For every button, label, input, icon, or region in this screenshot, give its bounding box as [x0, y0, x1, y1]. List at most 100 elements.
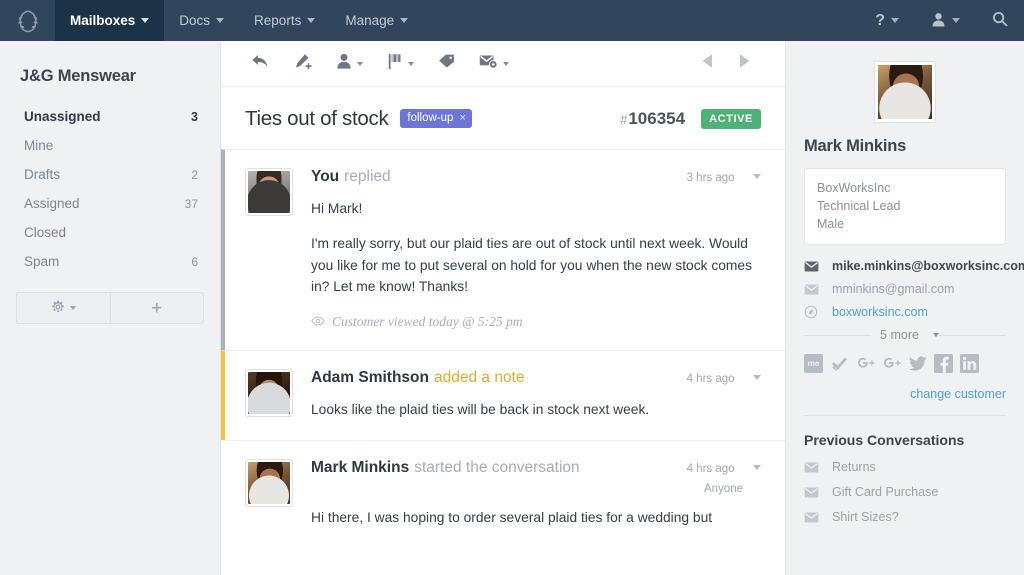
avatar [245, 368, 293, 417]
sidebar-item-closed[interactable]: Closed [0, 218, 220, 247]
customer-email-secondary-value: mminkins@gmail.com [832, 282, 955, 297]
previous-conversation-button[interactable] [689, 53, 726, 74]
facebook-icon[interactable] [934, 354, 953, 374]
sidebar-item-spam[interactable]: Spam 6 [0, 247, 220, 276]
add-note-button[interactable] [281, 47, 324, 81]
thread-item-reply[interactable]: You replied 3 hrs ago Hi Mark! I'm really… [221, 149, 785, 350]
status-badge[interactable]: ACTIVE [701, 109, 761, 129]
nav-item-docs-label: Docs [179, 13, 211, 28]
google-plus-2-icon[interactable] [882, 354, 901, 373]
thread-action: started the conversation [414, 458, 580, 476]
app-body: J&G Menswear Unassigned 3 Mine Drafts 2 … [0, 41, 1024, 575]
previous-conversation-icon [701, 53, 714, 74]
thread-action: replied [344, 168, 391, 185]
google-plus-icon[interactable] [856, 354, 875, 373]
avatar [245, 458, 293, 507]
previous-conversation-label: Shirt Sizes? [832, 510, 899, 525]
chevron-down-icon[interactable] [753, 374, 761, 380]
mailbox-settings-button[interactable] [17, 293, 110, 323]
avatar-image [248, 371, 290, 414]
tag-button[interactable] [426, 47, 467, 81]
avatar-image [248, 171, 290, 213]
sidebar-item-spam-label: Spam [24, 254, 60, 269]
top-navbar: Mailboxes Docs Reports Manage ? [0, 0, 1024, 41]
sidebar-item-assigned-label: Assigned [24, 196, 80, 211]
chevron-down-icon [216, 18, 225, 23]
thread-list: You replied 3 hrs ago Hi Mark! I'm really… [221, 149, 785, 575]
nav-item-manage-label: Manage [345, 13, 395, 28]
thread-body: Adam Smithson added a note 4 hrs ago Look… [311, 369, 761, 420]
nav-item-reports[interactable]: Reports [239, 0, 330, 41]
thread-item-note[interactable]: Adam Smithson added a note 4 hrs ago Look… [221, 349, 785, 440]
thread-timestamp: 4 hrs ago [686, 462, 735, 475]
sidebar-item-unassigned[interactable]: Unassigned 3 [0, 102, 220, 131]
move-mailbox-icon [479, 53, 498, 74]
chevron-down-icon [69, 306, 76, 310]
customer-website[interactable]: boxworksinc.com [804, 305, 1006, 319]
linkedin-icon[interactable] [960, 354, 979, 374]
divider-left [804, 334, 872, 336]
help-menu-button[interactable]: ? [859, 0, 915, 41]
chevron-down-icon [408, 61, 414, 66]
thread-author: Mark Minkins [311, 458, 410, 476]
checkmark-icon[interactable] [830, 354, 849, 373]
nav-item-docs[interactable]: Docs [164, 0, 239, 41]
twitter-icon[interactable] [908, 354, 927, 373]
sidebar-item-drafts-count: 2 [191, 167, 198, 182]
conversation-number-value: 106354 [628, 109, 686, 128]
customer-email-primary-value: mike.minkins@boxworksinc.com [832, 259, 1024, 274]
thread-paragraph: Hi there, I was hoping to order several … [311, 509, 713, 525]
sidebar-item-mine-label: Mine [24, 138, 54, 153]
customer-name: Mark Minkins [804, 137, 907, 155]
account-menu-button[interactable] [915, 0, 976, 41]
thread-body: Mark Minkins started the conversation 4 h… [311, 459, 761, 528]
conversation-meta: #106354 ACTIVE [620, 109, 761, 129]
thread-action: added a note [433, 368, 525, 386]
new-conversation-button[interactable]: + [109, 293, 203, 323]
customer-job-title: Technical Lead [817, 199, 901, 214]
customer-gender: Male [817, 217, 845, 232]
chevron-down-icon [952, 18, 960, 23]
show-more-contacts-button[interactable]: 5 more [804, 328, 1006, 342]
assign-user-icon [336, 53, 352, 74]
previous-conversation-shirt-sizes[interactable]: Shirt Sizes? [804, 510, 1006, 524]
previous-conversation-gift-card-purchase[interactable]: Gift Card Purchase [804, 485, 1006, 499]
status-flag-button[interactable] [375, 47, 426, 81]
customer-details-card[interactable]: BoxWorksInc Technical Lead Male [804, 168, 1006, 246]
search-button[interactable] [976, 0, 1024, 41]
conversation-header: Ties out of stock follow-up × #106354 AC… [221, 87, 785, 149]
previous-conversation-returns[interactable]: Returns [804, 460, 1006, 474]
chevron-down-icon [141, 18, 150, 23]
sidebar-button-group: + [16, 292, 204, 324]
thread-item-start[interactable]: Mark Minkins started the conversation 4 h… [221, 439, 785, 549]
sidebar-item-mine[interactable]: Mine [0, 131, 220, 160]
assign-user-button[interactable] [324, 47, 375, 81]
viewed-receipt: Customer viewed today @ 5:25 pm [311, 314, 761, 330]
move-mailbox-button[interactable] [467, 47, 521, 81]
conversation-tag-follow-up[interactable]: follow-up × [400, 108, 472, 128]
thread-byline: Adam Smithson added a note [311, 369, 525, 387]
aboutme-icon[interactable]: me [804, 354, 823, 374]
change-customer-link[interactable]: change customer [804, 387, 1006, 417]
thread-header: Mark Minkins started the conversation 4 h… [311, 459, 761, 495]
sidebar-item-drafts[interactable]: Drafts 2 [0, 160, 220, 189]
reply-button[interactable] [239, 47, 281, 81]
customer-email-secondary[interactable]: mminkins@gmail.com [804, 282, 1006, 296]
next-conversation-button[interactable] [726, 53, 763, 74]
sidebar-item-unassigned-label: Unassigned [24, 109, 101, 124]
chevron-down-icon [307, 18, 316, 23]
laurel-wreath-logo[interactable] [0, 0, 55, 41]
nav-item-manage[interactable]: Manage [330, 0, 423, 41]
status-flag-icon [387, 53, 403, 75]
close-icon[interactable]: × [459, 112, 465, 124]
reply-icon [251, 53, 269, 74]
chevron-down-icon[interactable] [753, 464, 761, 470]
chevron-down-icon[interactable] [753, 174, 761, 179]
nav-item-mailboxes[interactable]: Mailboxes [55, 0, 165, 41]
gear-icon [51, 300, 65, 317]
envelope-icon [804, 284, 822, 295]
thread-paragraph: Hi Mark! [311, 201, 363, 216]
help-icon: ? [875, 11, 885, 29]
sidebar-item-assigned[interactable]: Assigned 37 [0, 189, 220, 218]
customer-email-primary[interactable]: mike.minkins@boxworksinc.com [804, 259, 1024, 273]
